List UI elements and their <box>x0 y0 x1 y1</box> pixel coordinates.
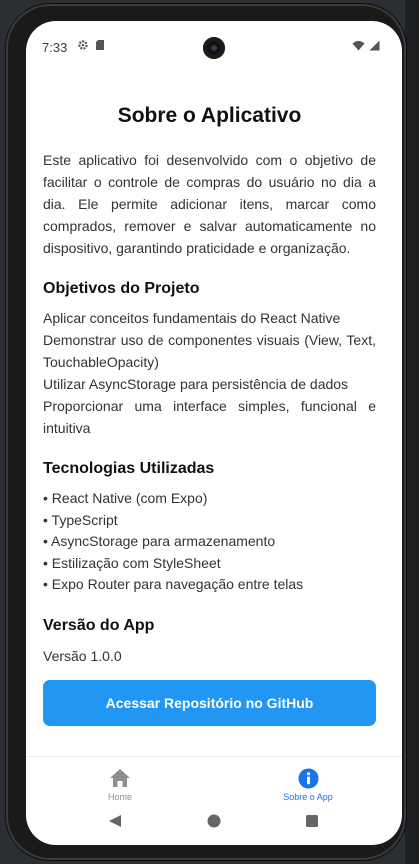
status-bar: 7:33 <box>26 21 402 73</box>
front-camera <box>203 37 225 59</box>
intro-paragraph: Este aplicativo foi desenvolvido com o o… <box>43 152 376 256</box>
github-repository-button[interactable]: Acessar Repositório no GitHub <box>43 680 376 726</box>
status-icons-left <box>77 39 105 51</box>
status-icons-right <box>352 40 380 51</box>
technologies-title: Tecnologias Utilizadas <box>43 460 215 477</box>
settings-gear-icon <box>78 40 88 50</box>
list-item: Proporcionar uma interface simples, func… <box>43 398 376 436</box>
signal-icon <box>369 40 380 51</box>
home-circle-icon[interactable] <box>207 814 221 833</box>
list-item: • TypeScript <box>43 511 118 528</box>
sd-card-icon <box>96 40 104 50</box>
version-title: Versão do App <box>43 616 155 634</box>
list-item: • Expo Router para navegação entre telas <box>43 576 304 592</box>
bottom-tab-bar: Home Sobre o App <box>26 756 402 805</box>
list-item: Utilizar AsyncStorage para persistência … <box>43 376 349 392</box>
system-nav-bar <box>26 806 402 845</box>
info-icon <box>298 767 319 789</box>
back-icon[interactable] <box>108 814 122 833</box>
technologies-list: • React Native (com Expo) • TypeScript •… <box>43 488 376 596</box>
home-icon <box>109 767 131 789</box>
recents-icon[interactable] <box>305 814 319 833</box>
objectives-list: Aplicar conceitos fundamentais do React … <box>43 307 376 439</box>
tab-home-label: Home <box>107 792 132 802</box>
objectives-title: Objetivos do Projeto <box>43 280 200 297</box>
phone-frame: 7:33 Sobre o Aplicativo Este aplicativo … <box>6 4 406 860</box>
version-text: Versão 1.0.0 <box>43 647 122 664</box>
tab-home[interactable]: Home <box>26 757 214 805</box>
list-item: • Estilização com StyleSheet <box>43 554 221 571</box>
page-title: Sobre o Aplicativo <box>117 104 302 127</box>
phone-screen: 7:33 Sobre o Aplicativo Este aplicativo … <box>26 21 402 845</box>
background-window <box>405 0 419 864</box>
tab-about-label: Sobre o App <box>283 792 333 802</box>
list-item: • AsyncStorage para armazenamento <box>43 533 276 549</box>
wifi-icon <box>352 41 365 51</box>
about-content: Sobre o Aplicativo Este aplicativo foi d… <box>43 73 376 667</box>
list-item: Demonstrar uso de componentes visuais (V… <box>43 332 376 370</box>
list-item: • React Native (com Expo) <box>43 490 208 506</box>
list-item: Aplicar conceitos fundamentais do React … <box>43 310 341 326</box>
tab-about[interactable]: Sobre o App <box>214 757 402 805</box>
status-time: 7:33 <box>42 40 68 55</box>
